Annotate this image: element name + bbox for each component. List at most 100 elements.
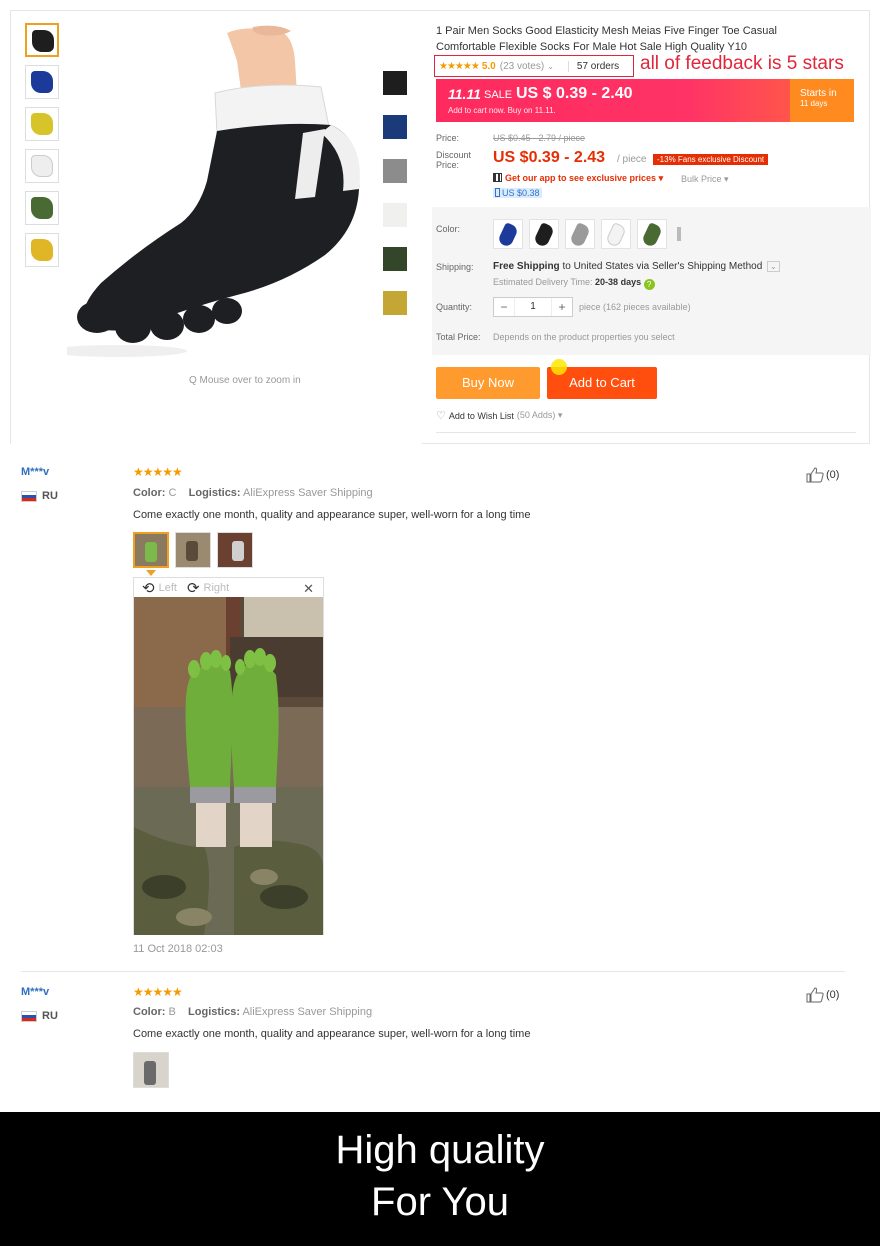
logistics-key: Logistics: — [188, 487, 241, 499]
product-title: 1 Pair Men Socks Good Elasticity Mesh Me… — [436, 25, 777, 53]
color-option-black[interactable] — [529, 219, 559, 249]
color-value: B — [168, 1006, 176, 1018]
review-text: Come exactly one month, quality and appe… — [133, 1028, 531, 1040]
reviewer-name[interactable]: M***v — [21, 986, 49, 998]
rotate-left-icon[interactable]: ⟲ — [142, 579, 155, 597]
free-shipping: Free Shipping — [493, 261, 560, 272]
buy-now-button[interactable]: Buy Now — [436, 367, 540, 399]
color-key: Color: — [133, 487, 166, 499]
quantity-stepper: − 1 + — [493, 297, 573, 317]
review-photos — [133, 1052, 169, 1088]
add-to-wish-list[interactable]: ♡ Add to Wish List (50 Adds) ▾ — [436, 409, 562, 422]
country-code: RU — [42, 1010, 58, 1022]
sale-price: US $ 0.39 - 2.40 — [516, 85, 633, 102]
thumbs-up-icon — [806, 467, 824, 483]
reviewer-country: RU — [21, 490, 58, 502]
review-date: 11 Oct 2018 02:03 — [133, 943, 223, 955]
total-price-hint: Depends on the product properties you se… — [493, 332, 675, 342]
russia-flag-icon — [21, 1010, 37, 1022]
mobile-price: US $0.38 — [493, 188, 542, 198]
wish-count: (50 Adds) ▾ — [516, 410, 563, 420]
bulk-price-link[interactable]: Bulk Price ▾ — [681, 174, 729, 185]
footer-subline: For You — [371, 1180, 509, 1224]
rating-stars: ★★★★★ — [439, 60, 480, 72]
thumbnail-yellow[interactable] — [25, 107, 59, 141]
sale-word: SALE — [484, 89, 513, 101]
review-photo-thumb[interactable] — [133, 1052, 169, 1088]
original-price: US $0.45 - 2.79 / piece — [493, 133, 586, 143]
discount-price-label: Discount Price: — [436, 150, 472, 170]
starts-label: Starts in — [800, 88, 837, 99]
photo-viewer: ⟲ Left ⟳ Right ✕ — [133, 577, 324, 935]
helpful-button[interactable]: (0) — [806, 467, 839, 483]
thumbnail-army[interactable] — [25, 191, 59, 225]
review-photos — [133, 532, 253, 568]
mobile-price-value: US $0.38 — [502, 188, 540, 198]
rotate-right-label[interactable]: Right — [204, 582, 230, 594]
rating-value: 5.0 — [481, 60, 496, 72]
quantity-decrease-button[interactable]: − — [494, 300, 514, 314]
logistics-value: AliExpress Saver Shipping — [242, 1006, 373, 1018]
shipping-info[interactable]: Free Shipping to United States via Selle… — [493, 261, 780, 272]
color-option-white[interactable] — [601, 219, 631, 249]
app-promo-link[interactable]: Get our app to see exclusive prices ▾ — [493, 173, 663, 184]
color-value: C — [168, 487, 177, 499]
shipping-label: Shipping: — [436, 262, 474, 272]
helpful-count: (0) — [826, 469, 840, 481]
thumbnail-white[interactable] — [25, 149, 59, 183]
price-label: Price: — [436, 133, 460, 143]
viewer-toolbar: ⟲ Left ⟳ Right ✕ — [134, 578, 323, 597]
reviewer-name[interactable]: M***v — [21, 466, 49, 478]
review-photo-thumb[interactable] — [175, 532, 211, 568]
color-option-army[interactable] — [637, 219, 667, 249]
russia-flag-icon — [21, 490, 37, 502]
thumbs-up-icon — [806, 987, 824, 1003]
helpful-count: (0) — [826, 989, 840, 1001]
swatch-white[interactable] — [383, 203, 407, 227]
review-photo-thumb[interactable] — [133, 532, 169, 568]
country-code: RU — [42, 490, 58, 502]
helpful-button[interactable]: (0) — [806, 987, 839, 1003]
review-divider — [21, 971, 845, 972]
rotate-right-icon[interactable]: ⟳ — [187, 579, 200, 597]
logistics-key: Logistics: — [188, 1006, 240, 1018]
fans-discount-badge: -13% Fans exclusive Discount — [653, 154, 769, 165]
orders-count: 57 orders — [567, 60, 619, 72]
feedback-annotation: all of feedback is 5 stars — [640, 53, 844, 74]
footer-headline: High quality — [335, 1128, 545, 1172]
thumbnail-black[interactable] — [25, 23, 59, 57]
color-key: Color: — [133, 1006, 166, 1018]
wish-label: Add to Wish List — [448, 410, 514, 421]
sale-countdown: Starts in 11 days — [790, 79, 854, 122]
swatch-black[interactable] — [383, 71, 407, 95]
zoom-hint: Q Mouse over to zoom in — [189, 375, 301, 386]
thumbnail-mustard[interactable] — [25, 233, 59, 267]
review-meta: Color: C Logistics: AliExpress Saver Shi… — [133, 487, 373, 499]
promo-footer: High quality For You — [0, 1112, 880, 1246]
help-icon[interactable]: ? — [643, 279, 655, 290]
review-meta: Color: B Logistics: AliExpress Saver Shi… — [133, 1006, 372, 1018]
color-options — [493, 219, 685, 249]
cursor-highlight — [551, 359, 567, 375]
quantity-input[interactable]: 1 — [514, 298, 552, 316]
review-photo-thumb[interactable] — [217, 532, 253, 568]
review-text: Come exactly one month, quality and appe… — [133, 509, 531, 521]
rotate-left-label[interactable]: Left — [159, 582, 177, 594]
review-stars: ★★★★★ — [133, 985, 183, 999]
swatch-mustard[interactable] — [383, 291, 407, 315]
swatch-army[interactable] — [383, 247, 407, 271]
sale-banner[interactable]: 11.11 SALE US $ 0.39 - 2.40 Add to cart … — [436, 79, 854, 122]
color-option-gray[interactable] — [565, 219, 595, 249]
color-option-navy[interactable] — [493, 219, 523, 249]
thumbnail-navy[interactable] — [25, 65, 59, 99]
rating-summary[interactable]: ★★★★★ 5.0 (23 votes) ⌄ 57 orders — [434, 55, 634, 77]
close-icon[interactable]: ✕ — [303, 581, 314, 597]
swatch-gray[interactable] — [383, 159, 407, 183]
swatch-navy[interactable] — [383, 115, 407, 139]
product-main-image[interactable] — [67, 21, 367, 361]
sale-brand: 11.11 — [448, 86, 481, 102]
selection-arrow-icon — [146, 570, 156, 576]
quantity-increase-button[interactable]: + — [552, 300, 572, 314]
color-option-more[interactable] — [673, 219, 685, 249]
chevron-down-icon[interactable]: ⌄ — [767, 261, 780, 272]
